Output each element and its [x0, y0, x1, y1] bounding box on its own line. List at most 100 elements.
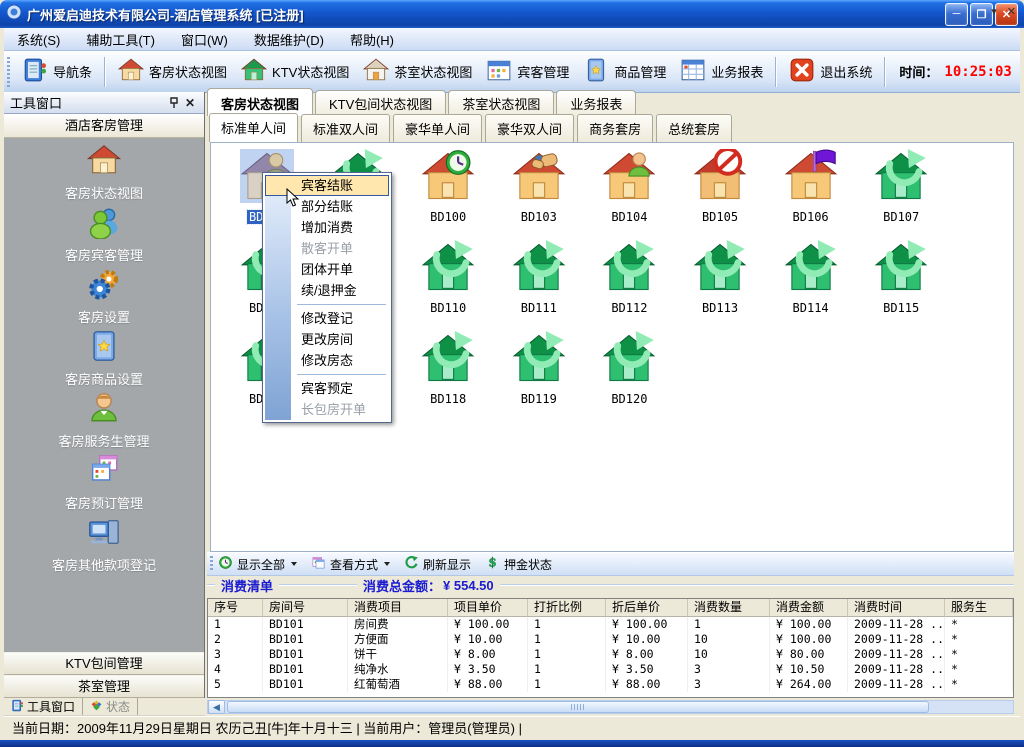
toolbar-button-report[interactable]: 业务报表	[673, 55, 770, 88]
room-BD112[interactable]: BD112	[586, 240, 672, 317]
scroll-left-icon[interactable]: ◀	[208, 700, 225, 714]
table-cell: 饼干	[348, 647, 448, 662]
table-row[interactable]: 4BD101纯净水¥ 3.501¥ 3.503¥ 10.502009-11-28…	[208, 662, 1013, 677]
room-status-icon-handshake	[512, 149, 566, 203]
sidebar-bottom-tab-状态[interactable]: 状态	[83, 698, 138, 715]
tab-close-icon[interactable]: ✕	[1007, 5, 1016, 18]
table-row[interactable]: 1BD101房间费¥ 100.001¥ 100.001¥ 100.002009-…	[208, 617, 1013, 632]
toolbar-button-navbar[interactable]: 导航条	[15, 55, 99, 88]
context-menu-item-更改房间[interactable]: 更改房间	[265, 329, 389, 350]
actionbar-grip[interactable]	[210, 556, 213, 572]
sidebar-section-茶室管理[interactable]: 茶室管理	[4, 675, 204, 698]
toolbar-button-house-white[interactable]: 茶室状态视图	[356, 55, 479, 88]
pin-icon[interactable]	[166, 95, 182, 110]
room-BD120[interactable]: BD120	[586, 331, 672, 408]
doc-tab-业务报表[interactable]: 业务报表	[556, 90, 636, 116]
context-menu-item-团体开单[interactable]: 团体开单	[265, 259, 389, 280]
room-BD103[interactable]: BD103	[496, 149, 582, 226]
column-header-消费项目[interactable]: 消费项目	[348, 599, 448, 617]
context-menu-item-增加消费[interactable]: 增加消费	[265, 217, 389, 238]
room-status-icon-vacant	[693, 240, 747, 294]
room-type-tab-标准双人间[interactable]: 标准双人间	[301, 114, 390, 142]
toolbar-button-calendar[interactable]: 宾客管理	[479, 55, 576, 88]
room-type-tab-总统套房[interactable]: 总统套房	[656, 114, 732, 142]
toolbar-button-house-green[interactable]: KTV状态视图	[234, 55, 356, 88]
sidebar-item-客房商品设置[interactable]: 客房商品设置	[4, 326, 204, 388]
sidebar-item-客房预订管理[interactable]: 客房预订管理	[4, 450, 204, 512]
menu-item-系统S[interactable]: 系统(S)	[4, 28, 73, 51]
dropdown-arrow-icon[interactable]	[291, 562, 297, 566]
sidebar-item-客房宾客管理[interactable]: 客房宾客管理	[4, 202, 204, 264]
sidebar-item-客房服务生管理[interactable]: 客房服务生管理	[4, 388, 204, 450]
context-menu-item-修改房态[interactable]: 修改房态	[265, 350, 389, 371]
app-icon	[6, 4, 22, 25]
gears-icon	[87, 267, 121, 306]
column-header-房间号[interactable]: 房间号	[263, 599, 348, 617]
minimize-button[interactable]: ─	[945, 3, 968, 26]
room-BD106[interactable]: BD106	[768, 149, 854, 226]
sidebar-item-客房其他款项登记[interactable]: 客房其他款项登记	[4, 512, 204, 574]
table-cell: ¥ 88.00	[448, 677, 528, 692]
action-button-显示全部[interactable]: 显示全部	[218, 555, 297, 573]
panel-close-icon[interactable]: ✕	[182, 95, 198, 110]
column-header-消费数量[interactable]: 消费数量	[688, 599, 770, 617]
sidebar-bottom-tab-工具窗口[interactable]: 工具窗口	[4, 698, 83, 715]
action-button-押金状态[interactable]: $押金状态	[485, 555, 552, 573]
toolbar-button-book[interactable]: 商品管理	[576, 55, 673, 88]
room-BD119[interactable]: BD119	[496, 331, 582, 408]
menu-item-数据维护D[interactable]: 数据维护(D)	[241, 28, 337, 51]
room-type-tab-商务套房[interactable]: 商务套房	[577, 114, 653, 142]
room-type-tab-豪华单人间[interactable]: 豪华单人间	[393, 114, 482, 142]
column-header-服务生[interactable]: 服务生	[945, 599, 1013, 617]
scrollbar-thumb[interactable]	[227, 701, 929, 713]
context-menu-item-宾客预定[interactable]: 宾客预定	[265, 378, 389, 399]
doc-tab-客房状态视图[interactable]: 客房状态视图	[207, 88, 313, 116]
action-button-刷新显示[interactable]: 刷新显示	[404, 555, 471, 573]
room-BD114[interactable]: BD114	[768, 240, 854, 317]
room-BD110[interactable]: BD110	[405, 240, 491, 317]
room-BD107[interactable]: BD107	[858, 149, 944, 226]
sidebar-item-客房状态视图[interactable]: 客房状态视图	[4, 140, 204, 202]
column-header-项目单价[interactable]: 项目单价	[448, 599, 528, 617]
column-header-消费时间[interactable]: 消费时间	[848, 599, 945, 617]
room-type-tab-标准单人间[interactable]: 标准单人间	[209, 113, 298, 142]
room-BD111[interactable]: BD111	[496, 240, 582, 317]
doc-tab-茶室状态视图[interactable]: 茶室状态视图	[448, 90, 554, 116]
table-row[interactable]: 3BD101饼干¥ 8.001¥ 8.0010¥ 80.002009-11-28…	[208, 647, 1013, 662]
room-BD118[interactable]: BD118	[405, 331, 491, 408]
tab-list-dropdown-icon[interactable]: ▾	[991, 5, 997, 18]
sidebar-item-客房设置[interactable]: 客房设置	[4, 264, 204, 326]
room-BD100[interactable]: BD100	[405, 149, 491, 226]
context-menu-item-续/退押金[interactable]: 续/退押金	[265, 280, 389, 301]
context-menu-item-部分结账[interactable]: 部分结账	[265, 196, 389, 217]
action-button-查看方式[interactable]: 查看方式	[311, 555, 390, 573]
room-BD113[interactable]: BD113	[677, 240, 763, 317]
column-header-打折比例[interactable]: 打折比例	[528, 599, 606, 617]
toolbar-button-exit[interactable]: 退出系统	[782, 55, 879, 88]
room-label: BD103	[519, 210, 559, 224]
column-header-折后单价[interactable]: 折后单价	[606, 599, 688, 617]
room-BD105[interactable]: BD105	[677, 149, 763, 226]
context-menu-item-宾客结账[interactable]: 宾客结账	[265, 175, 389, 196]
room-type-tab-豪华双人间[interactable]: 豪华双人间	[485, 114, 574, 142]
column-header-消费金额[interactable]: 消费金额	[770, 599, 848, 617]
toolbar-grip[interactable]	[7, 57, 10, 87]
table-row[interactable]: 5BD101红葡萄酒¥ 88.001¥ 88.003¥ 264.002009-1…	[208, 677, 1013, 692]
menu-item-窗口W[interactable]: 窗口(W)	[168, 28, 241, 51]
sidebar-section-KTV包间管理[interactable]: KTV包间管理	[4, 652, 204, 675]
column-header-序号[interactable]: 序号	[208, 599, 263, 617]
horizontal-scrollbar[interactable]: ◀	[207, 700, 1014, 714]
table-cell: 3	[208, 647, 263, 662]
room-BD104[interactable]: BD104	[586, 149, 672, 226]
room-BD115[interactable]: BD115	[858, 240, 944, 317]
sidebar-panel-title[interactable]: 酒店客房管理	[4, 114, 204, 138]
menu-item-帮助H[interactable]: 帮助(H)	[337, 28, 407, 51]
calendars-icon	[87, 453, 121, 492]
doc-tab-KTV包间状态视图[interactable]: KTV包间状态视图	[315, 90, 446, 116]
context-menu-item-修改登记[interactable]: 修改登记	[265, 308, 389, 329]
menu-item-辅助工具T[interactable]: 辅助工具(T)	[73, 28, 168, 51]
toolbar-button-house-red[interactable]: 客房状态视图	[111, 55, 234, 88]
maximize-button[interactable]: ❐	[970, 3, 993, 26]
table-row[interactable]: 2BD101方便面¥ 10.001¥ 10.0010¥ 100.002009-1…	[208, 632, 1013, 647]
dropdown-arrow-icon[interactable]	[384, 562, 390, 566]
